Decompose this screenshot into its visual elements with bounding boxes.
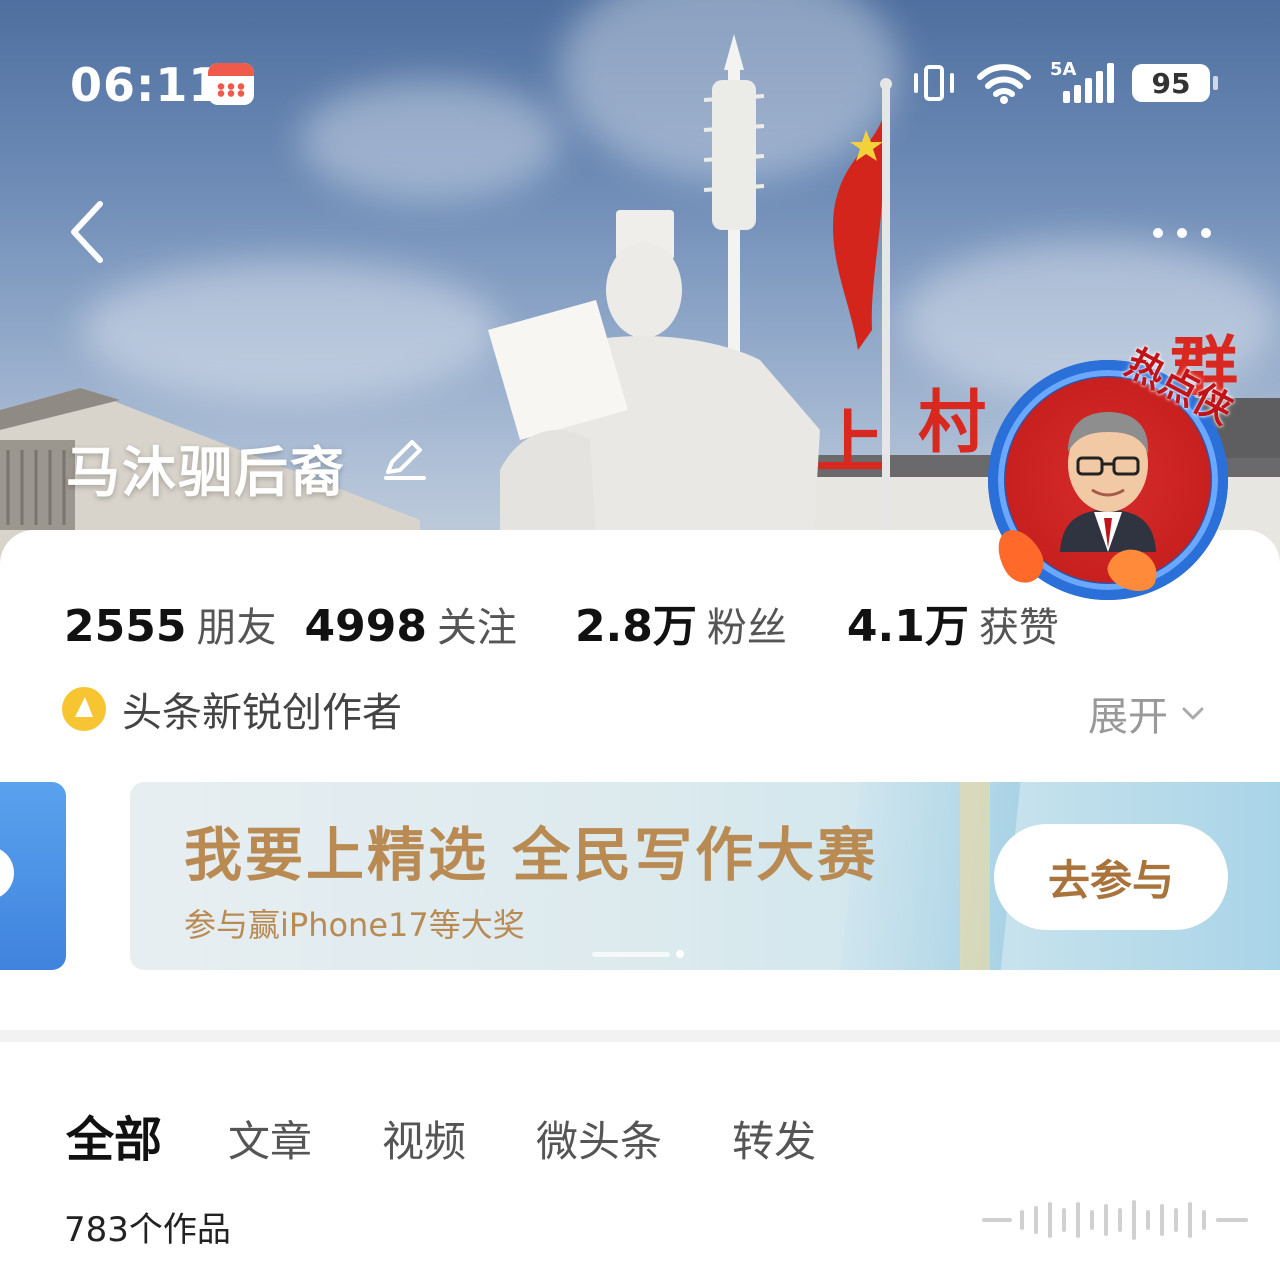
book-spine-decoration (960, 782, 990, 970)
dot-icon (1177, 228, 1187, 238)
stat-value: 4.1万 (846, 601, 969, 652)
tab-all[interactable]: 全部 (66, 1100, 162, 1170)
back-button[interactable] (62, 196, 122, 268)
previous-banner-peek[interactable] (0, 782, 66, 970)
stat-label: 关注 (436, 605, 517, 651)
creator-title: 头条新锐创作者 (122, 690, 402, 736)
tab-articles[interactable]: 文章 (228, 1108, 312, 1169)
content-tabs: 全部 文章 视频 微头条 转发 (66, 1100, 886, 1170)
battery-indicator: 95 (1132, 64, 1218, 102)
stat-following[interactable]: 4998 关注 (304, 595, 516, 653)
stat-label: 粉丝 (706, 605, 787, 651)
carousel-dot (676, 950, 684, 958)
dot-icon (1153, 228, 1163, 238)
avatar[interactable]: 热点侠 (988, 340, 1240, 600)
tab-reposts[interactable]: 转发 (732, 1108, 816, 1169)
svg-text:村: 村 (918, 384, 986, 463)
dot-icon (1201, 228, 1211, 238)
stat-value: 2.8万 (574, 601, 697, 652)
profile-stats: 2555 朋友 4998 关注 2.8万 粉丝 4.1万 获赞 (64, 590, 1059, 654)
avatar-portrait (1060, 412, 1156, 552)
carousel-indicator (592, 950, 684, 958)
expand-button[interactable]: 展开 (1088, 684, 1206, 742)
wifi-icon (977, 64, 1031, 104)
profile-name: 马沐驷后裔 (66, 441, 346, 504)
banner-subtitle: 参与赢iPhone17等大奖 (184, 906, 525, 944)
status-time: 06:11 (70, 58, 222, 112)
expand-label: 展开 (1088, 694, 1168, 740)
stat-followers[interactable]: 2.8万 粉丝 (575, 590, 787, 654)
more-options-button[interactable] (1146, 218, 1218, 248)
calendar-notification-icon (208, 63, 254, 105)
vibrate-icon (910, 61, 958, 105)
status-icons: 5A 95 (910, 59, 1218, 106)
writing-contest-banner[interactable]: 我要上精选 全民写作大赛 参与赢iPhone17等大奖 去参与 (130, 782, 1280, 970)
stat-value: 2555 (64, 601, 187, 652)
join-button[interactable]: 去参与 (994, 824, 1228, 930)
works-count: 783个作品 (64, 1210, 231, 1250)
tab-micro-posts[interactable]: 微头条 (536, 1108, 662, 1169)
chevron-down-icon (1182, 707, 1204, 720)
profile-card: 2555 朋友 4998 关注 2.8万 粉丝 4.1万 获赞 头条新锐创作者 … (0, 530, 1280, 1273)
tab-videos[interactable]: 视频 (382, 1108, 466, 1169)
stat-label: 获赞 (978, 605, 1059, 651)
stat-value: 4998 (304, 601, 427, 652)
stat-likes[interactable]: 4.1万 获赞 (847, 590, 1059, 654)
edit-name-icon[interactable] (380, 434, 428, 482)
svg-text:上: 上 (816, 404, 884, 483)
banner-title: 我要上精选 全民写作大赛 (184, 821, 879, 889)
sail-badge-icon (62, 687, 106, 731)
stat-label: 朋友 (196, 605, 277, 651)
stat-friends[interactable]: 2555 朋友 (64, 595, 276, 653)
banner-button-edge (0, 846, 14, 900)
carousel-track (592, 951, 670, 957)
watermark-pattern-icon (982, 1200, 1248, 1240)
creator-badge-row[interactable]: 头条新锐创作者 (62, 680, 402, 738)
cellular-signal-icon: 5A (1050, 59, 1114, 105)
section-divider (0, 1030, 1280, 1042)
